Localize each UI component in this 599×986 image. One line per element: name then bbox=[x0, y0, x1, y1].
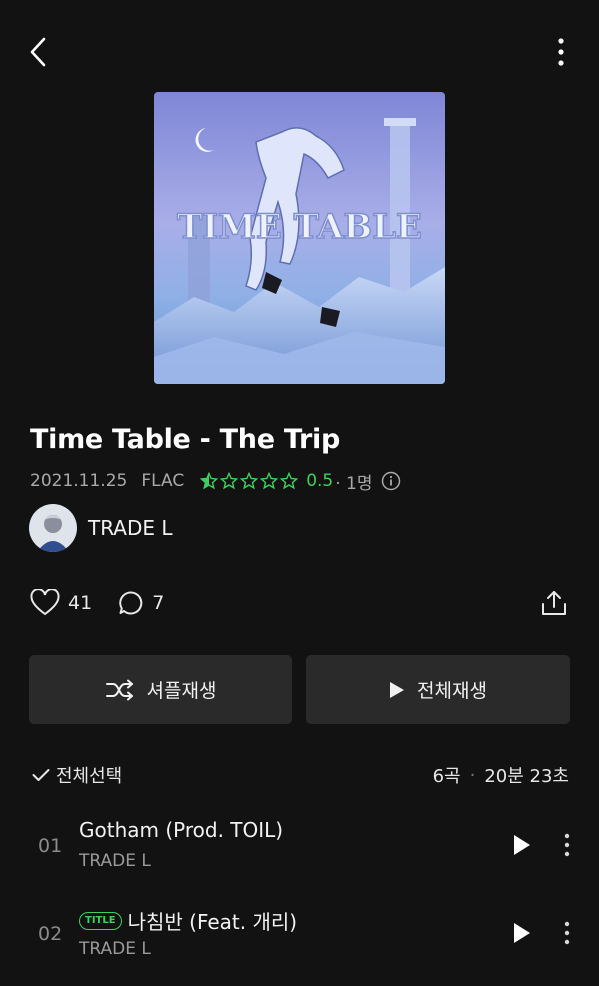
track-row[interactable]: 01 Gotham (Prod. TOIL) TRADE L bbox=[0, 808, 599, 888]
release-date: 2021.11.25 bbox=[30, 471, 128, 491]
top-bar bbox=[0, 0, 599, 100]
track-title: 나침반 (Feat. 개리) bbox=[127, 910, 298, 934]
like-button[interactable]: 41 bbox=[30, 589, 92, 617]
comment-icon bbox=[119, 591, 143, 615]
rating-count: · 1명 bbox=[335, 473, 373, 494]
track-row[interactable]: 02 TITLE 나침반 (Feat. 개리) TRADE L bbox=[0, 896, 599, 976]
play-icon bbox=[390, 681, 405, 698]
social-stats: 41 7 bbox=[30, 586, 164, 620]
star-rating-icon bbox=[200, 472, 299, 490]
shuffle-play-button[interactable]: 셔플재생 bbox=[29, 655, 292, 724]
share-button[interactable] bbox=[539, 586, 569, 620]
back-button[interactable] bbox=[22, 34, 54, 70]
track-title-row: Gotham (Prod. TOIL) bbox=[79, 818, 283, 842]
more-vertical-icon bbox=[564, 833, 570, 857]
comment-button[interactable]: 7 bbox=[118, 590, 164, 616]
back-chevron-icon bbox=[30, 37, 46, 67]
album-title: Time Table - The Trip bbox=[30, 424, 340, 455]
like-count: 41 bbox=[68, 592, 93, 614]
select-all-toggle[interactable]: 전체선택 bbox=[32, 760, 122, 790]
more-options-button[interactable] bbox=[549, 34, 573, 70]
more-vertical-icon bbox=[564, 921, 570, 945]
album-meta: 2021.11.25 FLAC 0.5 · 1명 bbox=[30, 468, 401, 494]
artist-link[interactable]: TRADE L bbox=[29, 504, 173, 552]
artist-name: TRADE L bbox=[88, 516, 173, 540]
track-number: 02 bbox=[38, 923, 63, 945]
total-duration: 20분 23초 bbox=[484, 766, 569, 787]
rating-stars[interactable] bbox=[200, 472, 300, 490]
shuffle-play-label: 셔플재생 bbox=[146, 680, 217, 702]
share-upload-icon bbox=[542, 591, 566, 615]
play-icon bbox=[514, 923, 530, 943]
play-icon bbox=[514, 835, 530, 855]
track-title-row: TITLE 나침반 (Feat. 개리) bbox=[79, 906, 297, 935]
play-all-button[interactable]: 전체재생 bbox=[306, 655, 570, 724]
track-artist: TRADE L bbox=[79, 851, 151, 871]
comment-count: 7 bbox=[152, 592, 165, 614]
title-track-badge: TITLE bbox=[79, 911, 122, 930]
more-vertical-icon bbox=[558, 38, 564, 66]
track-count: 6곡 bbox=[432, 766, 461, 787]
shuffle-icon bbox=[105, 679, 133, 700]
track-number: 01 bbox=[38, 835, 63, 857]
select-all-label: 전체선택 bbox=[56, 766, 123, 787]
track-title: Gotham (Prod. TOIL) bbox=[79, 818, 284, 842]
rating-value: 0.5 bbox=[306, 471, 334, 491]
cover-title-text: TIME TABLE bbox=[177, 207, 422, 247]
heart-icon bbox=[30, 589, 60, 616]
audio-format: FLAC bbox=[141, 471, 185, 491]
album-cover[interactable]: TIME TABLE bbox=[154, 92, 445, 384]
artist-avatar bbox=[29, 504, 77, 552]
track-more-button[interactable] bbox=[556, 919, 578, 947]
checkmark-icon bbox=[32, 769, 50, 781]
track-play-button[interactable] bbox=[508, 919, 536, 947]
track-artist: TRADE L bbox=[79, 939, 151, 959]
info-icon[interactable] bbox=[381, 471, 401, 491]
play-all-label: 전체재생 bbox=[417, 680, 487, 702]
tracklist-summary: 6곡 · 20분 23초 bbox=[433, 760, 569, 790]
track-play-button[interactable] bbox=[508, 831, 536, 859]
track-more-button[interactable] bbox=[556, 831, 578, 859]
